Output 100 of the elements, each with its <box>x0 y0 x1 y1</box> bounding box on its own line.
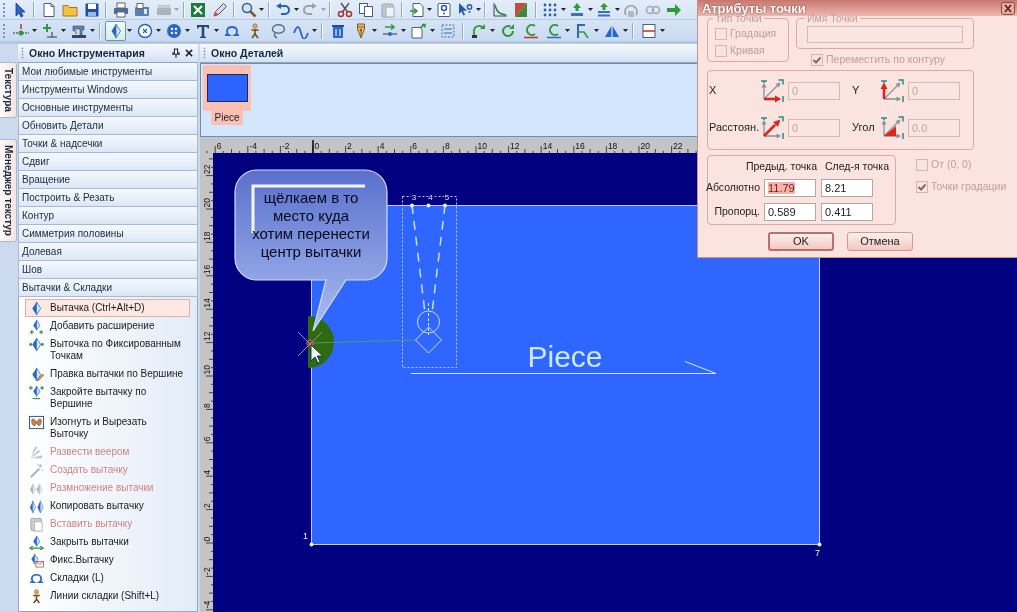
caret-icon[interactable] <box>401 29 406 32</box>
dialog-title: Атрибуты точки <box>702 0 806 16</box>
group-label: Имя Точки <box>806 13 859 24</box>
tool-item[interactable]: Фикс.Вытачку <box>25 551 190 569</box>
point-label: 1 <box>303 531 308 541</box>
input-field[interactable]: 11.79 <box>764 178 816 197</box>
dart-arrows-icon <box>29 534 44 550</box>
caret-icon[interactable] <box>594 29 599 32</box>
caret-icon[interactable] <box>90 29 95 32</box>
close-icon[interactable] <box>1001 1 1015 15</box>
ruler-label: 2 <box>347 140 352 151</box>
tool-item[interactable]: Вытачка (Ctrl+Alt+D) <box>25 299 190 317</box>
caret-icon[interactable] <box>214 29 219 32</box>
section-header[interactable]: Мои любимые инструменты <box>18 63 198 81</box>
caret-icon[interactable] <box>259 8 264 11</box>
grip-icon[interactable] <box>21 47 24 59</box>
point-label: 4 <box>428 192 433 202</box>
field-label: Угол <box>852 121 875 135</box>
caret-icon[interactable] <box>372 29 377 32</box>
caret-icon[interactable] <box>623 29 628 32</box>
section-header[interactable]: Инструменты Windows <box>18 81 198 99</box>
side-tab[interactable]: Менеджер текстур <box>0 138 17 242</box>
caret-icon[interactable] <box>293 8 299 11</box>
point-label: 3 <box>411 192 417 202</box>
tool-item[interactable]: Закройте вытачку по Вершине <box>25 383 190 413</box>
section-header[interactable]: Точки & надсечки <box>18 135 198 153</box>
section-header[interactable]: Вытачки & Складки <box>18 279 198 297</box>
ruler-label: 20 <box>640 140 650 151</box>
tool-item[interactable]: Копировать вытачку <box>25 497 190 515</box>
caret-icon[interactable] <box>185 29 190 32</box>
grip-icon[interactable] <box>2 22 6 39</box>
butterfly-icon <box>29 414 44 430</box>
section-header[interactable]: Построить & Резать <box>18 189 198 207</box>
caret-icon[interactable] <box>614 8 620 11</box>
field-label: Y <box>852 84 860 98</box>
section-header[interactable]: Вращение <box>18 171 198 189</box>
ruler-label: 6 <box>412 140 418 151</box>
checkbox-label: Переместить по контуру <box>826 53 946 66</box>
ruler-label: 8 <box>444 140 450 151</box>
tool-item[interactable]: Изогнуть и Вырезать Выточку <box>25 413 190 443</box>
pin-icon[interactable] <box>172 48 180 58</box>
caret-icon[interactable] <box>490 29 495 32</box>
grip-icon[interactable] <box>2 1 6 18</box>
caret-icon[interactable] <box>312 29 317 32</box>
tool-item[interactable]: Линии складки (Shift+L) <box>25 587 190 605</box>
section-header[interactable]: Шов <box>18 261 198 279</box>
section-header[interactable]: Симметрия половины <box>18 225 198 243</box>
ruler-label: 2 <box>201 503 212 509</box>
column-header: След-я точка <box>825 159 889 172</box>
ok-button[interactable]: OK <box>768 232 834 251</box>
tool-item[interactable]: Закрыть вытачки <box>25 533 190 551</box>
ruler-label: -2 <box>281 140 290 151</box>
checkbox-label: От (0, 0) <box>931 158 972 171</box>
caret-icon[interactable] <box>156 29 161 32</box>
ruler-label: 14 <box>201 298 212 308</box>
ruler-label: 6 <box>201 436 212 442</box>
grip-icon[interactable] <box>203 47 206 59</box>
section-header[interactable]: Сдвиг <box>18 153 198 171</box>
caret-icon[interactable] <box>660 29 665 32</box>
tool-item[interactable]: Выточка по Фиксированным Точкам <box>25 335 190 365</box>
double-dart-icon <box>29 480 44 496</box>
caret-icon[interactable] <box>61 29 66 32</box>
point-label: 5 <box>444 192 450 202</box>
double-dart-icon <box>29 498 44 514</box>
ruler-label: -2 <box>201 567 212 575</box>
checkbox-label: Градация <box>730 27 777 40</box>
caret-icon[interactable] <box>560 8 566 11</box>
ruler-label: 8 <box>201 403 212 408</box>
caret-icon[interactable] <box>427 8 432 11</box>
input-field[interactable]: 0.411 <box>821 202 873 221</box>
cancel-button[interactable]: Отмена <box>847 232 913 251</box>
side-tab[interactable]: Текстура <box>0 62 17 118</box>
tool-item[interactable]: Складки (L) <box>25 569 190 587</box>
caret-icon[interactable] <box>565 29 570 32</box>
section-header[interactable]: Долевая <box>18 243 198 261</box>
checkbox-label: Точки градации <box>931 180 1007 193</box>
ruler-label: 4 <box>379 140 385 151</box>
ruler-label: 22 <box>673 140 683 151</box>
input-field[interactable]: 8.21 <box>821 178 873 197</box>
tool-item[interactable]: Добавить расширение <box>25 317 190 335</box>
ruler-label: 20 <box>201 198 212 208</box>
caret-icon[interactable] <box>32 29 37 32</box>
caret-icon[interactable] <box>475 8 481 11</box>
ruler-label: 16 <box>575 140 585 151</box>
ruler-label: 12 <box>201 331 212 342</box>
piece-thumbnail[interactable] <box>203 65 251 111</box>
tool-item[interactable]: Правка вытачки по Вершине <box>25 365 190 383</box>
close-icon[interactable] <box>185 49 193 57</box>
piece-label: Piece <box>211 111 243 125</box>
input-field[interactable]: 0.589 <box>764 202 816 221</box>
section-header[interactable]: Обновить Детали <box>18 117 198 135</box>
caret-icon[interactable] <box>127 29 132 32</box>
panel-title: Окно Деталей <box>211 46 284 60</box>
caret-icon[interactable] <box>430 29 435 32</box>
section-header[interactable]: Контур <box>18 207 198 225</box>
section-header[interactable]: Основные инструменты <box>18 99 198 117</box>
caret-icon[interactable] <box>587 8 593 11</box>
clipboard-icon <box>29 516 44 532</box>
point-label: 7 <box>815 548 820 558</box>
x-axis-arrow-icon <box>758 78 786 104</box>
